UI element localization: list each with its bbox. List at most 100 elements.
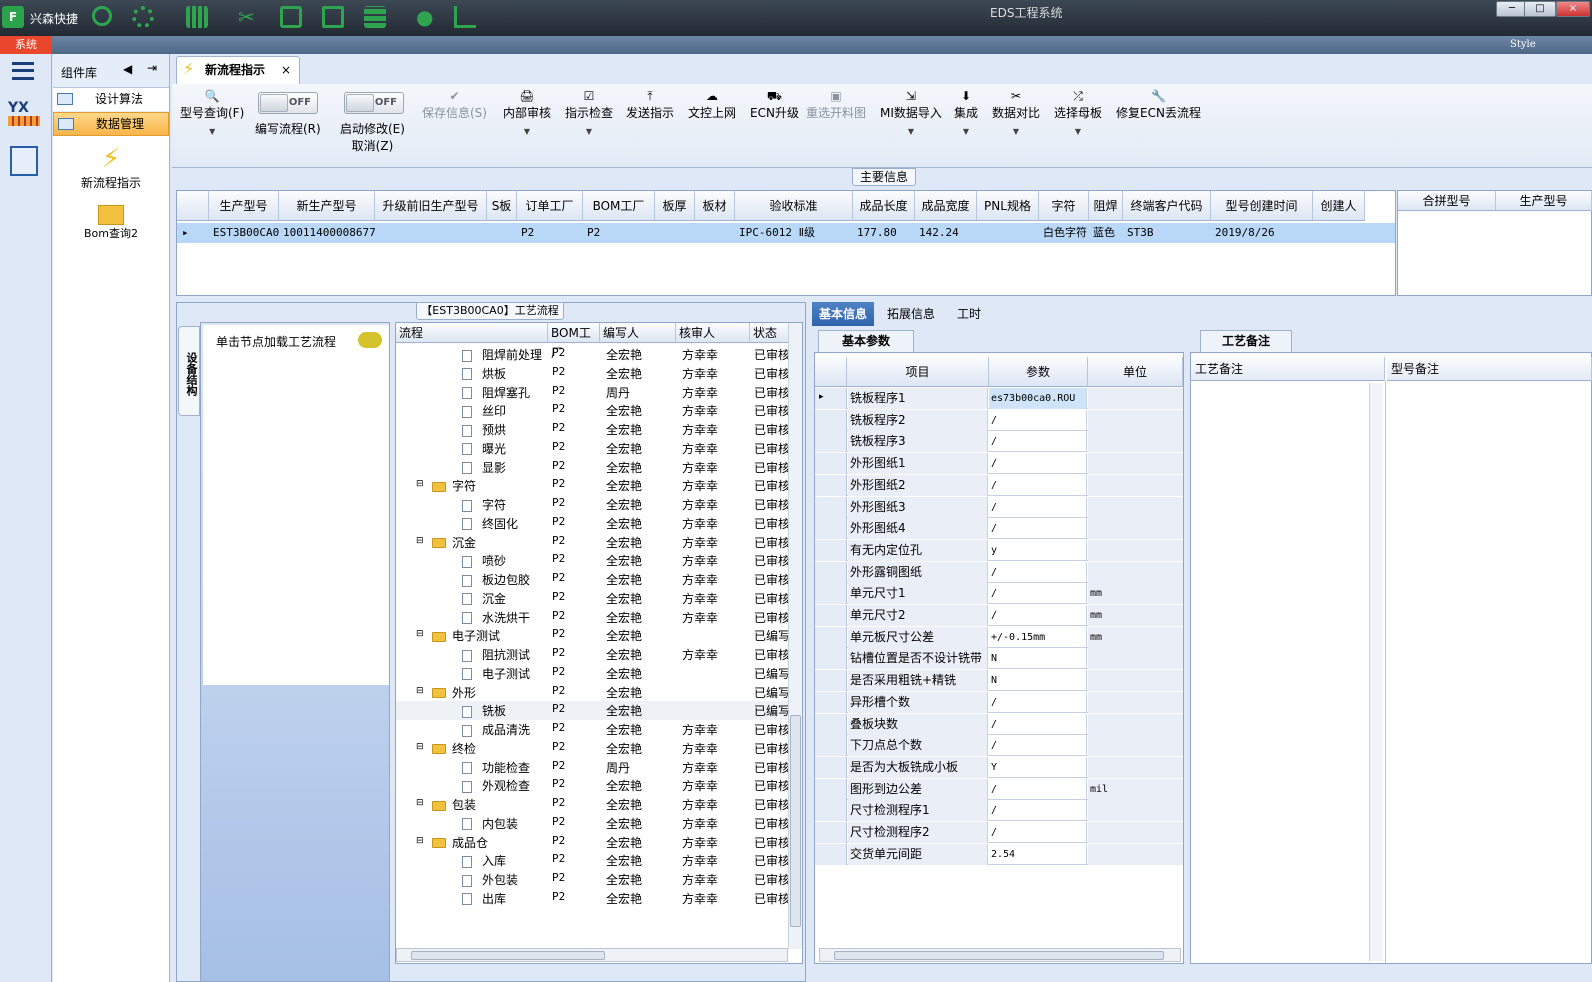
tab-equipment-structure[interactable]: 设备结构: [178, 326, 200, 416]
param-value[interactable]: N: [989, 648, 1087, 670]
param-value[interactable]: /: [989, 518, 1087, 540]
param-row[interactable]: 单元板尺寸公差 +/-0.15mm mm: [815, 626, 1183, 648]
row-header[interactable]: [815, 670, 847, 692]
merge-col-header[interactable]: 生产型号: [1496, 191, 1592, 211]
tab-extended-info[interactable]: 拓展信息: [880, 302, 942, 326]
model-query-button[interactable]: 🔍 型号查询(F) ▼: [180, 88, 244, 136]
table-cell[interactable]: 白色字符: [1040, 223, 1090, 243]
flow-row[interactable]: 终固化 P2 全宏艳 方幸幸 已审核: [396, 514, 792, 533]
param-value[interactable]: Y: [989, 756, 1087, 778]
main-col-header[interactable]: 生产型号: [209, 191, 279, 221]
param-value[interactable]: /: [989, 691, 1087, 713]
calculator-icon[interactable]: [10, 146, 38, 176]
row-header[interactable]: [815, 822, 847, 843]
main-col-header[interactable]: 终端客户代码: [1123, 191, 1211, 221]
instruction-check-button[interactable]: ☑ 指示检查 ▼: [565, 88, 613, 136]
copy-icon[interactable]: [322, 6, 344, 28]
table-cell[interactable]: [1314, 223, 1366, 243]
row-header[interactable]: [815, 713, 847, 735]
row-header[interactable]: [815, 431, 847, 453]
film-icon[interactable]: [280, 6, 302, 28]
row-header[interactable]: [815, 735, 847, 757]
flow-col-header[interactable]: 核审人: [676, 323, 750, 343]
flow-col-header[interactable]: 编写人: [600, 323, 676, 343]
menu-icon[interactable]: [12, 62, 34, 80]
tab-basic-info[interactable]: 基本信息: [812, 302, 875, 326]
param-row[interactable]: 尺寸检测程序1/: [815, 800, 1183, 822]
dropdown-arrow-icon[interactable]: ▼: [992, 127, 1040, 136]
param-row[interactable]: ▸ 铣板程序1 es73b00ca0.ROU: [815, 388, 1183, 409]
flow-row[interactable]: 板边包胶 P2 全宏艳 方幸幸 已审核: [396, 570, 792, 589]
param-row[interactable]: 钻槽位置是否不设计铣带 N: [815, 648, 1183, 670]
style-menu[interactable]: Style: [1510, 39, 1536, 50]
table-cell[interactable]: [978, 223, 1040, 243]
row-header[interactable]: [815, 453, 847, 475]
flow-row[interactable]: 阻焊前处理 P2 全宏艳 方幸幸 已审核: [396, 345, 792, 364]
gear-icon[interactable]: [132, 6, 154, 28]
maximize-button[interactable]: □: [1524, 1, 1556, 17]
param-value[interactable]: /: [989, 713, 1087, 735]
main-col-header[interactable]: S板: [487, 191, 517, 221]
flow-col-header[interactable]: 状态: [750, 323, 792, 343]
flow-row[interactable]: 功能检查 P2 周丹 方幸幸 已审核: [396, 758, 792, 777]
cancel-label[interactable]: 取消(Z): [352, 139, 394, 153]
param-row[interactable]: 单元尺寸1/mm: [815, 583, 1183, 605]
dropdown-arrow-icon[interactable]: ▼: [1054, 127, 1102, 136]
main-col-header[interactable]: 成品长度: [853, 191, 915, 221]
internal-review-button[interactable]: 🖨 内部审核 ▼: [503, 88, 551, 136]
flow-row[interactable]: 水洗烘干 P2 全宏艳 方幸幸 已审核: [396, 608, 792, 627]
param-col-header[interactable]: 项目: [847, 357, 989, 387]
dropdown-arrow-icon[interactable]: ▼: [880, 127, 942, 136]
flow-row[interactable]: ⊟ 成品仓 P2 全宏艳 方幸幸 已审核: [396, 833, 792, 852]
param-value[interactable]: /: [989, 822, 1087, 843]
flow-row[interactable]: 丝印 P2 全宏艳 方幸幸 已审核: [396, 401, 792, 420]
send-instruction-button[interactable]: ⤒ 发送指示: [626, 88, 674, 121]
flow-row[interactable]: 铣板 P2 全宏艳 已编写: [396, 701, 792, 721]
row-header[interactable]: [815, 626, 847, 648]
complib-item-design-algorithm[interactable]: 设计算法: [53, 88, 169, 112]
dropdown-arrow-icon[interactable]: ▼: [503, 127, 551, 136]
reselect-cutting-button[interactable]: ▣ 重选开料图: [806, 88, 866, 121]
flow-row[interactable]: 阻焊塞孔 P2 周丹 方幸幸 已审核: [396, 383, 792, 402]
mi-data-import-button[interactable]: ⇲ MI数据导入 ▼: [880, 88, 942, 136]
row-header[interactable]: [815, 756, 847, 778]
table-cell[interactable]: [696, 223, 736, 243]
param-value[interactable]: /: [989, 431, 1087, 453]
param-row[interactable]: 交货单元间距 2.54: [815, 843, 1183, 865]
row-header[interactable]: [815, 691, 847, 713]
param-value[interactable]: /: [989, 778, 1087, 800]
param-row[interactable]: 下刀点总个数 /: [815, 735, 1183, 757]
flow-row[interactable]: ⊟ 字符 P2 全宏艳 方幸幸 已审核: [396, 476, 792, 495]
main-col-header[interactable]: 阻焊: [1089, 191, 1123, 221]
param-value[interactable]: /: [989, 735, 1087, 757]
param-row[interactable]: 异形槽个数 /: [815, 691, 1183, 713]
flow-row[interactable]: ⊟ 电子测试 P2 全宏艳 已编写: [396, 626, 792, 645]
tab-basic-params[interactable]: 基本参数: [818, 330, 914, 352]
param-value[interactable]: /: [989, 561, 1087, 583]
table-cell[interactable]: IPC-6012 Ⅱ级: [736, 223, 854, 243]
table-cell[interactable]: 蓝色: [1090, 223, 1124, 243]
main-col-header[interactable]: 板材: [695, 191, 735, 221]
row-header[interactable]: [815, 605, 847, 626]
param-row[interactable]: 铣板程序3/: [815, 431, 1183, 453]
select-mother-board-button[interactable]: ⤮ 选择母板 ▼: [1054, 88, 1102, 136]
flow-row[interactable]: ⊟ 沉金 P2 全宏艳 方幸幸 已审核: [396, 533, 792, 552]
row-header[interactable]: [815, 648, 847, 670]
tab-work-hours[interactable]: 工时: [950, 302, 988, 326]
grid-icon[interactable]: [186, 6, 208, 28]
flow-row[interactable]: 显影 P2 全宏艳 方幸幸 已审核: [396, 458, 792, 477]
yx-icon[interactable]: YX: [8, 100, 40, 132]
table-cell[interactable]: 2019/8/26: [1212, 223, 1314, 243]
collapse-icon[interactable]: ⊟: [416, 629, 424, 639]
dropdown-arrow-icon[interactable]: ▼: [565, 127, 613, 136]
tool-bom-query[interactable]: Bom查询2: [53, 205, 169, 241]
main-col-header[interactable]: PNL规格: [977, 191, 1039, 221]
row-header[interactable]: ▸: [815, 388, 847, 409]
flow-row[interactable]: 烘板 P2 全宏艳 方幸幸 已审核: [396, 364, 792, 383]
param-value[interactable]: N: [989, 670, 1087, 692]
param-row[interactable]: 单元尺寸2/mm: [815, 605, 1183, 626]
row-header[interactable]: [815, 778, 847, 800]
user-icon[interactable]: ●: [416, 6, 438, 28]
main-col-header[interactable]: 新生产型号: [279, 191, 375, 221]
flow-row[interactable]: ⊟ 包装 P2 全宏艳 方幸幸 已审核: [396, 795, 792, 814]
